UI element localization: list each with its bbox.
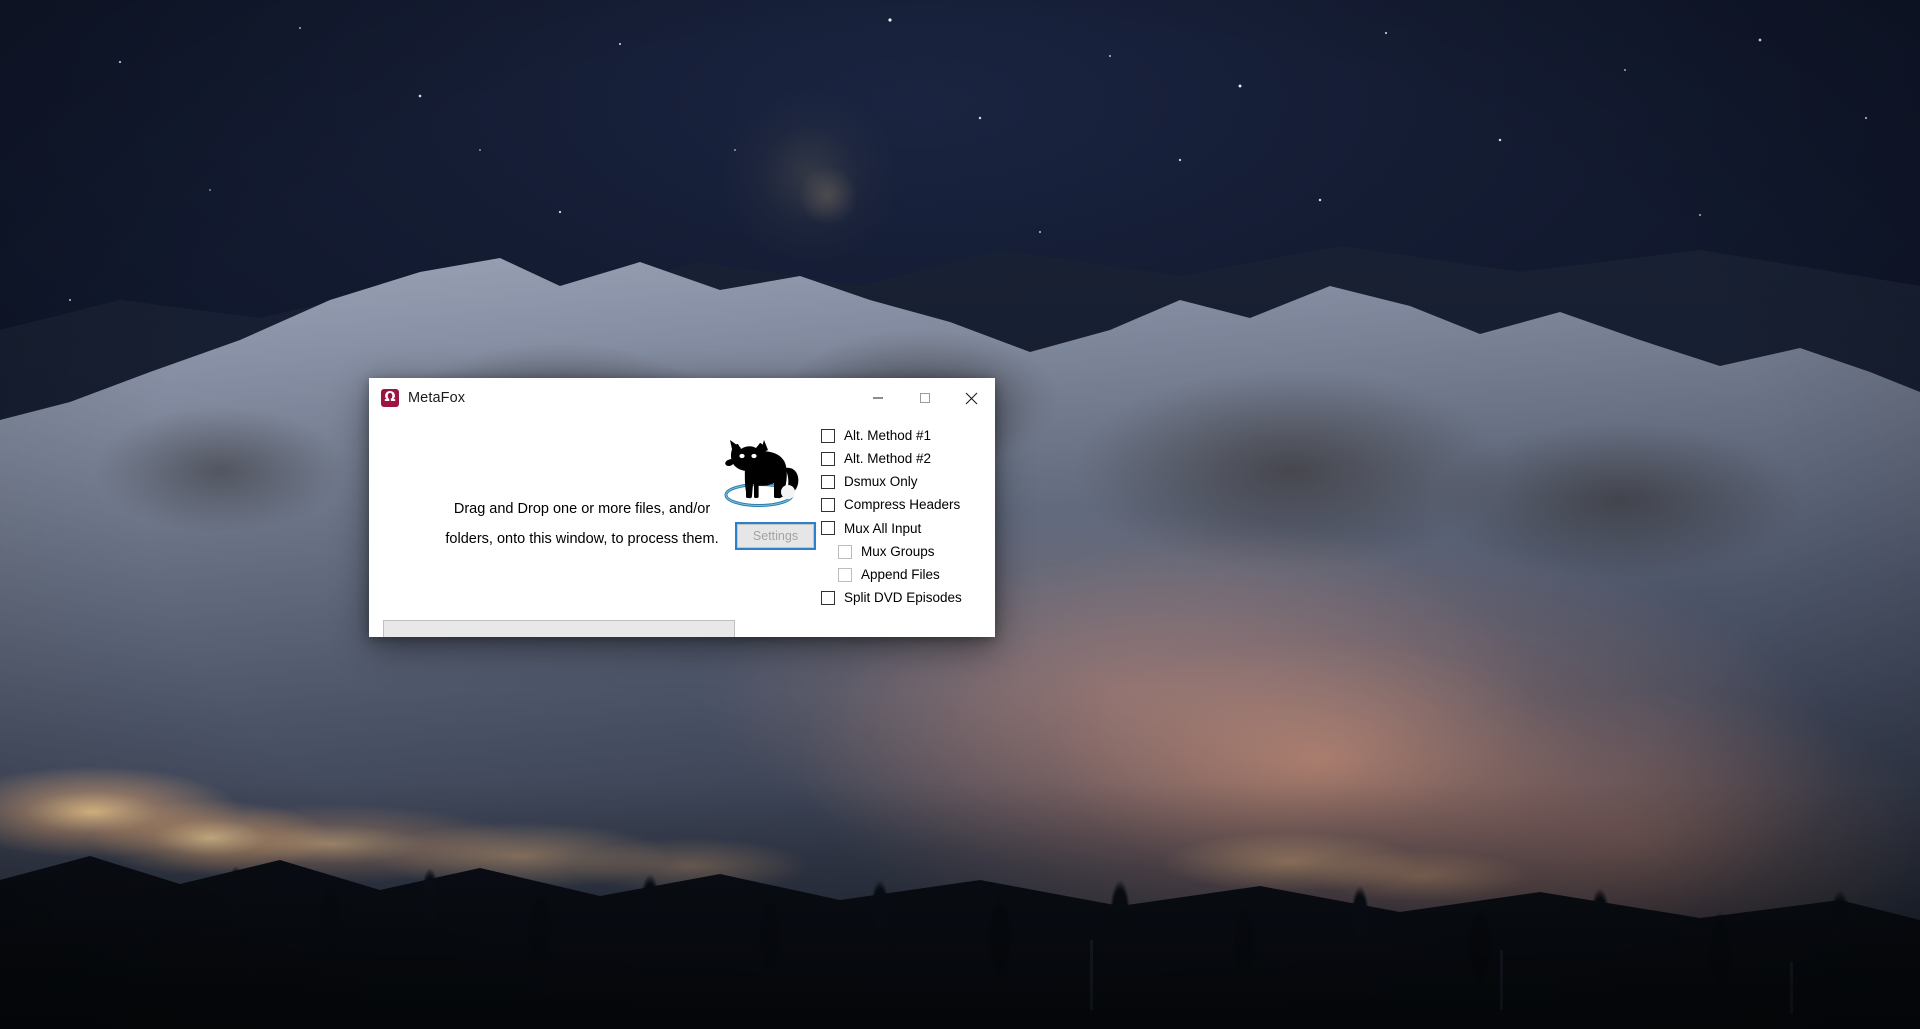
checkbox-mux-all-input[interactable] bbox=[821, 521, 835, 536]
omega-app-icon: Ω bbox=[381, 389, 399, 407]
option-row[interactable]: Mux Groups bbox=[821, 540, 995, 563]
title-bar[interactable]: Ω MetaFox bbox=[369, 378, 995, 418]
option-label: Split DVD Episodes bbox=[844, 590, 962, 606]
option-row[interactable]: Mux All Input bbox=[821, 517, 995, 540]
close-icon bbox=[965, 392, 978, 405]
drop-hint-line-1: Drag and Drop one or more files, and/or bbox=[453, 501, 711, 517]
option-label: Mux Groups bbox=[861, 543, 935, 559]
drag-drop-instructions: Drag and Drop one or more files, and/or … bbox=[397, 494, 767, 554]
window-title: MetaFox bbox=[408, 390, 466, 406]
options-list: Alt. Method #1 Alt. Method #2 Dsmux Only Co… bbox=[821, 424, 995, 610]
maximize-button[interactable] bbox=[901, 378, 948, 418]
option-label: Alt. Method #2 bbox=[844, 451, 932, 467]
wolf-logo bbox=[714, 432, 804, 514]
settings-button[interactable]: Settings bbox=[735, 522, 816, 550]
checkbox-alt-method-2[interactable] bbox=[821, 451, 835, 466]
checkbox-dsmux-only[interactable] bbox=[821, 474, 835, 489]
option-row[interactable]: Append Files bbox=[821, 563, 995, 586]
option-label: Alt. Method #1 bbox=[844, 427, 932, 443]
progress-bar bbox=[383, 620, 735, 637]
window-controls bbox=[854, 378, 995, 418]
checkbox-alt-method-1[interactable] bbox=[821, 428, 835, 443]
minimize-button[interactable] bbox=[854, 378, 901, 418]
option-row[interactable]: Alt. Method #2 bbox=[821, 447, 995, 470]
metafox-window[interactable]: Ω MetaFox Drag and Drop one or more file… bbox=[369, 378, 995, 637]
option-row[interactable]: Alt. Method #1 bbox=[821, 424, 995, 447]
option-label: Compress Headers bbox=[844, 497, 961, 513]
window-client-area[interactable]: Drag and Drop one or more files, and/or … bbox=[369, 418, 995, 637]
drop-hint-line-2: folders, onto this window, to process th… bbox=[445, 531, 719, 547]
checkbox-mux-groups[interactable] bbox=[838, 544, 852, 559]
close-button[interactable] bbox=[948, 378, 995, 418]
maximize-icon bbox=[919, 392, 931, 404]
checkbox-append-files[interactable] bbox=[838, 567, 852, 582]
option-label: Mux All Input bbox=[844, 520, 922, 536]
option-row[interactable]: Split DVD Episodes bbox=[821, 586, 995, 609]
checkbox-compress-headers[interactable] bbox=[821, 498, 835, 513]
title-bar-left: Ω MetaFox bbox=[369, 389, 465, 407]
option-label: Append Files bbox=[861, 566, 940, 582]
checkbox-split-dvd-episodes[interactable] bbox=[821, 590, 835, 605]
option-row[interactable]: Dsmux Only bbox=[821, 470, 995, 493]
option-label: Dsmux Only bbox=[844, 474, 918, 490]
minimize-icon bbox=[872, 392, 884, 404]
option-row[interactable]: Compress Headers bbox=[821, 494, 995, 517]
